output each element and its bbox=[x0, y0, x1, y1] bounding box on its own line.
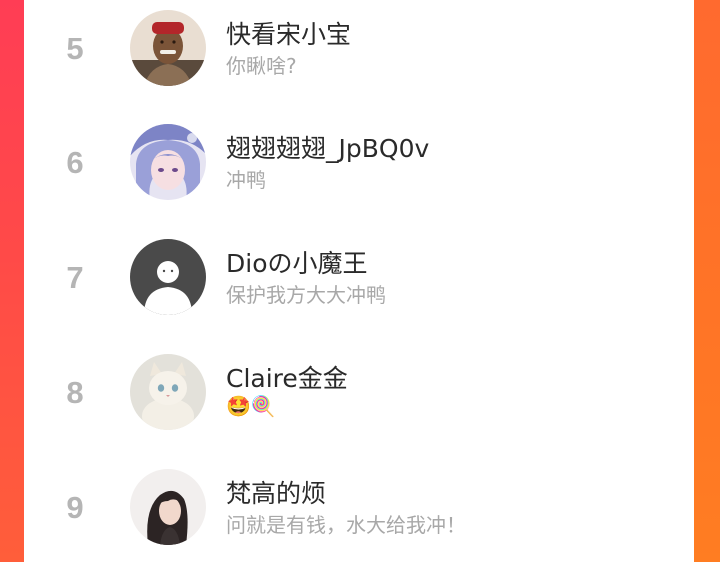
left-gradient-border bbox=[0, 0, 24, 562]
default-user-avatar[interactable] bbox=[130, 239, 206, 315]
user-name[interactable]: 翅翅翅翅_JpBQ0v bbox=[226, 129, 429, 165]
leaderboard-row[interactable]: 5 快看宋小宝 你瞅啥? bbox=[24, 0, 694, 103]
rank-number: 7 bbox=[66, 260, 84, 295]
user-name[interactable]: 梵高的烦 bbox=[226, 474, 326, 510]
woman-photo-avatar[interactable] bbox=[130, 469, 206, 545]
right-gradient-border bbox=[694, 0, 720, 562]
white-cat-avatar[interactable] bbox=[130, 354, 206, 430]
user-name[interactable]: 快看宋小宝 bbox=[226, 15, 351, 51]
anime-girl-avatar[interactable] bbox=[130, 124, 206, 200]
user-name[interactable]: Dioの小魔王 bbox=[226, 244, 368, 280]
user-subtitle: 问就是有钱，水大给我冲！ bbox=[226, 513, 466, 537]
user-subtitle: 你瞅啥? bbox=[226, 54, 297, 78]
rank-number: 6 bbox=[66, 145, 84, 180]
leaderboard-row[interactable]: 8 Claire金金 🤩🍭 bbox=[24, 338, 694, 448]
leaderboard-row[interactable]: 7 Dioの小魔王 保护我方大大冲鸭 bbox=[24, 223, 694, 333]
user-name[interactable]: Claire金金 bbox=[226, 359, 348, 395]
leaderboard-row[interactable]: 6 翅翅翅翅_JpBQ0v 冲鸭 bbox=[24, 108, 694, 218]
rank-number: 5 bbox=[66, 31, 84, 66]
leaderboard-row[interactable]: 9 梵高的烦 问就是有钱，水大给我冲！ bbox=[24, 453, 694, 562]
old-man-photo-avatar[interactable] bbox=[130, 10, 206, 86]
rank-number: 9 bbox=[66, 490, 84, 525]
user-subtitle: 冲鸭 bbox=[226, 168, 266, 192]
user-subtitle: 保护我方大大冲鸭 bbox=[226, 283, 386, 307]
rank-number: 8 bbox=[66, 375, 84, 410]
leaderboard-panel: 5 快看宋小宝 你瞅啥? 6 翅翅翅翅_JpBQ0v 冲鸭 7 Dioの小魔王 … bbox=[24, 0, 694, 562]
user-subtitle: 🤩🍭 bbox=[226, 394, 276, 418]
